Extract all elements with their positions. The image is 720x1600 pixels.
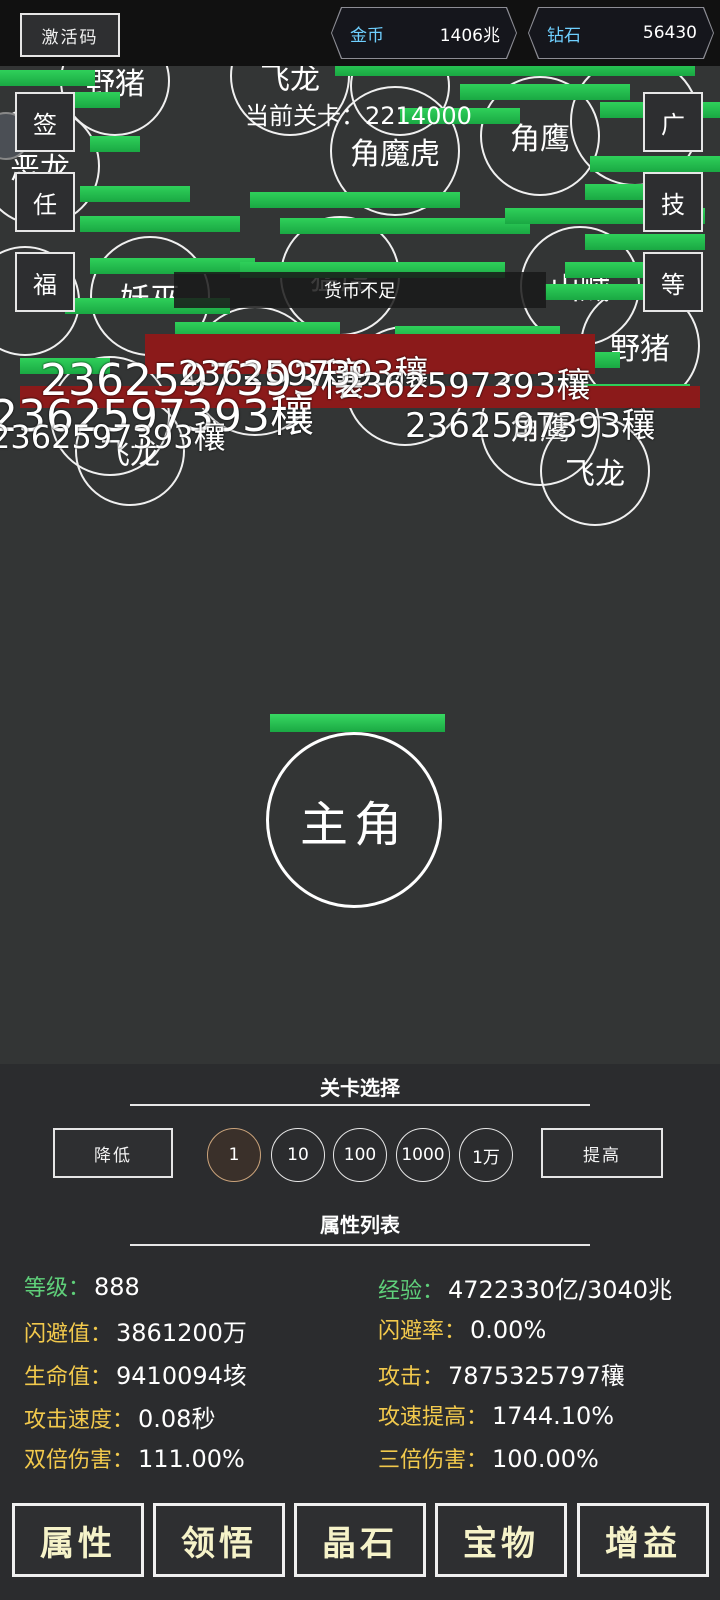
- tab-comprehension[interactable]: 领悟: [153, 1503, 285, 1577]
- attribute-value: 0.00%: [470, 1316, 547, 1344]
- attribute-label: 攻击速度：: [24, 1408, 135, 1433]
- enemy-hp-bar: [250, 192, 460, 208]
- attribute-row: 双倍伤害： 111.00%: [24, 1442, 245, 1474]
- attribute-value: 0.08秒: [138, 1405, 216, 1433]
- divider: [130, 1104, 590, 1106]
- attribute-row: 等级： 888: [24, 1270, 140, 1302]
- diamond-display: 钻石 56430: [529, 8, 713, 58]
- toast-message: 货币不足: [174, 272, 546, 308]
- attribute-value: 1744.10%: [492, 1402, 615, 1430]
- attribute-row: 三倍伤害： 100.00%: [378, 1442, 599, 1474]
- tab-attributes[interactable]: 属性: [12, 1503, 144, 1577]
- enemy-name: 飞龙: [260, 66, 320, 97]
- hero-hp-bar: [270, 714, 445, 732]
- stage-select-title: 关卡选择: [320, 1076, 400, 1100]
- attribute-value: 888: [94, 1273, 140, 1301]
- damage-number: 2362597393穰: [0, 418, 226, 456]
- step-10-button[interactable]: 10: [271, 1128, 325, 1182]
- sign-in-button[interactable]: 签: [15, 92, 75, 152]
- current-stage-label: 当前关卡：2214000: [245, 102, 472, 130]
- activation-code-button[interactable]: 激活码: [20, 13, 120, 57]
- step-10000-button[interactable]: 1万: [459, 1128, 513, 1182]
- attribute-list-title: 属性列表: [320, 1213, 400, 1237]
- attribute-label: 闪避值：: [24, 1322, 113, 1347]
- tab-crystals[interactable]: 晶石: [294, 1503, 426, 1577]
- attribute-label: 三倍伤害：: [378, 1448, 489, 1473]
- increase-stage-button[interactable]: 提高: [541, 1128, 663, 1178]
- welfare-button[interactable]: 福: [15, 252, 75, 312]
- attribute-label: 攻击：: [378, 1365, 445, 1390]
- enemy-hp-bar: [585, 234, 705, 250]
- enemy-hp-bar: [80, 216, 240, 232]
- attribute-row: 闪避值： 3861200万: [24, 1313, 247, 1348]
- gold-label: 金币: [350, 25, 384, 46]
- gold-value: 1406兆: [439, 25, 500, 46]
- attribute-row: 攻速提高： 1744.10%: [378, 1399, 614, 1431]
- level-button[interactable]: 等: [643, 252, 703, 312]
- enemy-name: 飞龙: [565, 457, 625, 492]
- attribute-value: 7875325797穰: [448, 1362, 625, 1390]
- enemy-hp-bar: [80, 186, 190, 202]
- tab-buffs[interactable]: 增益: [577, 1503, 709, 1577]
- step-1-button[interactable]: 1: [207, 1128, 261, 1182]
- diamond-value: 56430: [642, 23, 697, 43]
- attribute-row: 经验： 4722330亿/3040兆: [378, 1270, 672, 1305]
- diamond-label: 钻石: [547, 25, 581, 46]
- hero-character: 主角: [266, 732, 442, 908]
- attribute-value: 4722330亿/3040兆: [448, 1276, 673, 1304]
- ad-button[interactable]: 广: [643, 92, 703, 152]
- enemy-hp-bar: [460, 84, 630, 100]
- attribute-value: 9410094垓: [116, 1362, 247, 1390]
- damage-number: 2362597393穰: [405, 406, 656, 446]
- attribute-value: 111.00%: [138, 1445, 245, 1473]
- tab-treasures[interactable]: 宝物: [435, 1503, 567, 1577]
- enemy-hp-bar: [590, 156, 720, 172]
- step-1000-button[interactable]: 1000: [396, 1128, 450, 1182]
- attribute-label: 生命值：: [24, 1365, 113, 1390]
- attribute-value: 100.00%: [492, 1445, 599, 1473]
- enemy-hp-bar: [565, 262, 655, 278]
- attribute-label: 经验：: [378, 1279, 445, 1304]
- enemy-name: 角魔虎: [350, 137, 440, 172]
- attribute-row: 生命值： 9410094垓: [24, 1356, 247, 1391]
- attribute-label: 攻速提高：: [378, 1405, 489, 1430]
- enemy-hp-bar: [0, 70, 95, 86]
- enemy-hp-bar: [335, 66, 695, 76]
- divider: [130, 1244, 590, 1246]
- attribute-value: 3861200万: [116, 1319, 247, 1347]
- decrease-stage-button[interactable]: 降低: [53, 1128, 173, 1178]
- attribute-label: 等级：: [24, 1276, 91, 1301]
- gold-display: 金币 1406兆: [332, 8, 516, 58]
- attribute-label: 闪避率：: [378, 1319, 467, 1344]
- attribute-label: 双倍伤害：: [24, 1448, 135, 1473]
- battle-field: 飞龙 野猪 角魔虎 角鹰 恶龙 猛虎 妖巫 山贼 野猪 飞龙 角鹰 飞龙 236…: [0, 66, 720, 1061]
- attribute-row: 攻击： 7875325797穰: [378, 1356, 625, 1391]
- enemy-hp-bar: [90, 136, 140, 152]
- enemy-hp-bar: [280, 218, 530, 234]
- step-100-button[interactable]: 100: [333, 1128, 387, 1182]
- attribute-row: 闪避率： 0.00%: [378, 1313, 546, 1345]
- skill-button[interactable]: 技: [643, 172, 703, 232]
- attribute-row: 攻击速度： 0.08秒: [24, 1399, 215, 1434]
- task-button[interactable]: 任: [15, 172, 75, 232]
